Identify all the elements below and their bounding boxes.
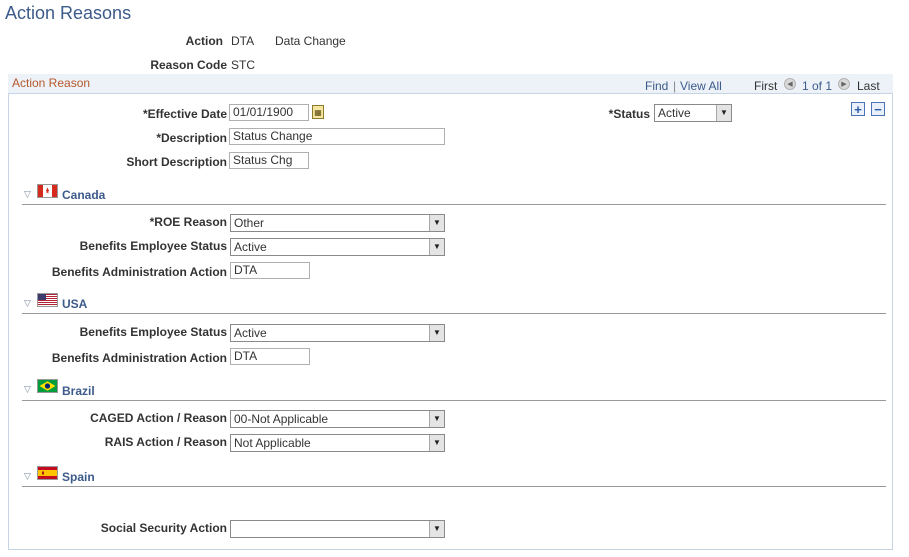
social-security-label: Social Security Action xyxy=(100,521,227,535)
rais-label: RAIS Action / Reason xyxy=(104,435,227,449)
canada-benefits-admin-label: Benefits Administration Action xyxy=(51,265,227,279)
spain-collapse-icon[interactable]: ▽ xyxy=(24,471,31,482)
chevron-down-icon: ▼ xyxy=(429,411,444,427)
find-link[interactable]: Find xyxy=(645,79,668,93)
spain-divider xyxy=(22,486,886,487)
delete-row-button[interactable]: − xyxy=(871,102,885,116)
usa-benefits-status-select[interactable]: Active ▼ xyxy=(230,324,445,342)
nav-separator: | xyxy=(673,79,677,93)
chevron-down-icon: ▼ xyxy=(429,521,444,537)
panel-title: Action Reason xyxy=(12,76,91,90)
short-description-input[interactable]: Status Chg xyxy=(229,152,309,169)
chevron-down-icon: ▼ xyxy=(429,325,444,341)
triangle-right-icon: ▶ xyxy=(841,80,847,88)
canada-section-title[interactable]: Canada xyxy=(62,188,105,202)
spain-flag-icon xyxy=(37,466,58,480)
effective-date-label: *Effective Date xyxy=(142,107,227,121)
canada-benefits-status-value: Active xyxy=(234,240,267,254)
caged-select[interactable]: 00-Not Applicable ▼ xyxy=(230,410,445,428)
usa-divider xyxy=(22,313,886,314)
canada-benefits-admin-input[interactable]: DTA xyxy=(230,262,310,279)
action-code: DTA xyxy=(231,34,255,48)
brazil-divider xyxy=(22,400,886,401)
caged-label: CAGED Action / Reason xyxy=(90,411,227,425)
view-all-link[interactable]: View All xyxy=(680,79,722,93)
social-security-select[interactable]: ▼ xyxy=(230,520,445,538)
description-label: *Description xyxy=(156,131,227,145)
status-value: Active xyxy=(658,106,691,120)
roe-reason-select[interactable]: Other ▼ xyxy=(230,214,445,232)
action-reason-panel xyxy=(8,74,893,550)
last-label: Last xyxy=(857,79,880,93)
brazil-flag-icon xyxy=(37,379,58,393)
reason-code: STC xyxy=(231,58,255,72)
usa-benefits-status-label: Benefits Employee Status xyxy=(79,325,227,339)
usa-section-title[interactable]: USA xyxy=(62,297,87,311)
usa-flag-icon xyxy=(37,293,58,307)
usa-benefits-admin-input[interactable]: DTA xyxy=(230,348,310,365)
short-description-label: Short Description xyxy=(126,155,227,169)
spain-section-title[interactable]: Spain xyxy=(62,470,95,484)
usa-benefits-admin-label: Benefits Administration Action xyxy=(51,351,227,365)
status-select[interactable]: Active ▼ xyxy=(654,104,732,122)
brazil-collapse-icon[interactable]: ▽ xyxy=(24,384,31,395)
minus-icon: − xyxy=(874,101,882,117)
triangle-left-icon: ◀ xyxy=(787,80,793,88)
first-label: First xyxy=(754,79,778,93)
chevron-down-icon: ▼ xyxy=(429,239,444,255)
canada-benefits-status-select[interactable]: Active ▼ xyxy=(230,238,445,256)
add-row-button[interactable]: + xyxy=(851,102,865,116)
usa-benefits-status-value: Active xyxy=(234,326,267,340)
next-row-button[interactable]: ▶ xyxy=(838,78,850,90)
description-input[interactable]: Status Change xyxy=(229,128,445,145)
roe-reason-value: Other xyxy=(234,216,265,230)
action-description: Data Change xyxy=(275,34,346,48)
caged-value: 00-Not Applicable xyxy=(234,412,329,426)
brazil-section-title[interactable]: Brazil xyxy=(62,384,95,398)
rais-value: Not Applicable xyxy=(234,436,311,450)
rais-select[interactable]: Not Applicable ▼ xyxy=(230,434,445,452)
page-title: Action Reasons xyxy=(5,3,132,23)
row-range: 1 of 1 xyxy=(802,79,833,93)
reason-code-label: Reason Code xyxy=(150,58,227,72)
roe-reason-label: *ROE Reason xyxy=(149,215,227,229)
action-label: Action xyxy=(185,34,223,48)
usa-collapse-icon[interactable]: ▽ xyxy=(24,298,31,309)
canada-collapse-icon[interactable]: ▽ xyxy=(24,189,31,200)
previous-row-button[interactable]: ◀ xyxy=(784,78,796,90)
canada-divider xyxy=(22,204,886,205)
effective-date-input[interactable]: 01/01/1900 xyxy=(229,104,309,121)
status-label: *Status xyxy=(608,107,650,121)
canada-flag-icon xyxy=(37,184,58,198)
chevron-down-icon: ▼ xyxy=(429,435,444,451)
plus-icon: + xyxy=(854,101,862,117)
canada-benefits-status-label: Benefits Employee Status xyxy=(79,239,227,253)
chevron-down-icon: ▼ xyxy=(429,215,444,231)
chevron-down-icon: ▼ xyxy=(716,105,731,121)
calendar-icon[interactable]: ▦ xyxy=(312,105,324,119)
